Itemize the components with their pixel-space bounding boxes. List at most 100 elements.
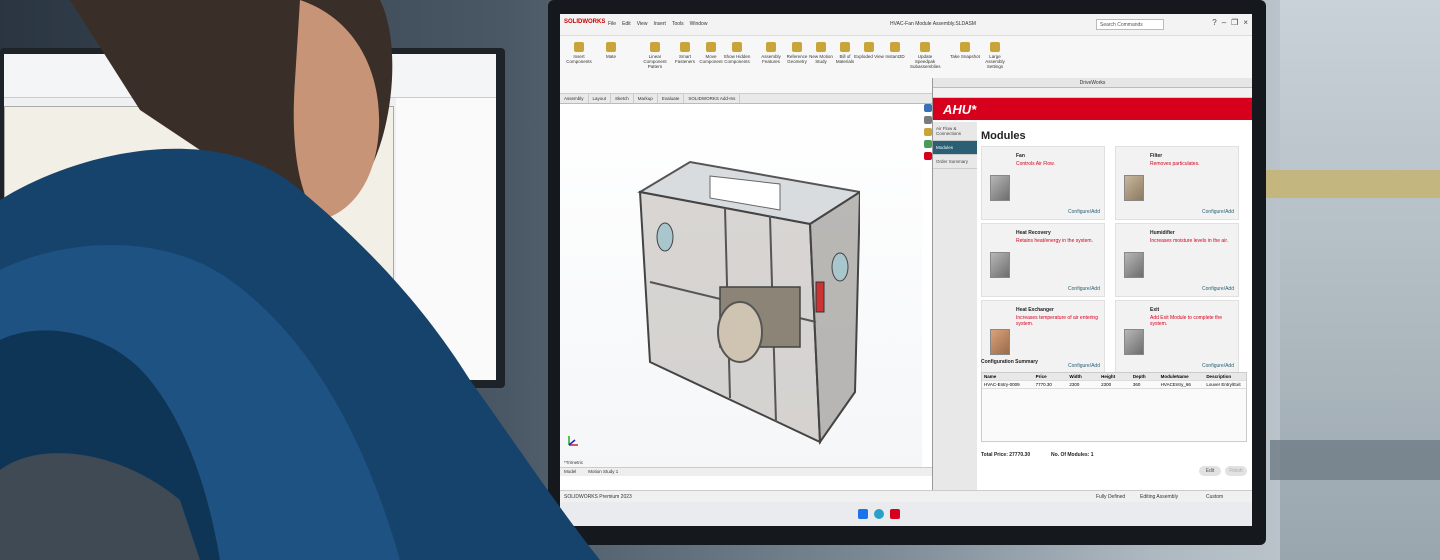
motion-study-icon (816, 42, 826, 52)
resources-icon[interactable] (924, 104, 932, 112)
bom-icon (840, 42, 850, 52)
card-title: Heat Exchanger (1016, 307, 1054, 313)
module-count: No. Of Modules: 1 (1051, 452, 1094, 458)
search-commands-input[interactable]: Search Commands (1096, 19, 1164, 30)
ahu-logo: AHU* (943, 102, 977, 117)
exploded-view-icon (864, 42, 874, 52)
ahu-3d-model (637, 160, 860, 445)
ribbon-instant3d[interactable]: Instant3D (880, 42, 910, 59)
configure-add-button[interactable]: Configure/Add (1068, 363, 1100, 369)
page-title: Modules (981, 130, 1026, 142)
totals: Total Price: 27770.30 No. Of Modules: 1 (981, 452, 1094, 458)
snapshot-icon (960, 42, 970, 52)
fastener-icon (680, 42, 690, 52)
help-icon[interactable]: ? (1212, 18, 1216, 27)
configure-add-button[interactable]: Configure/Add (1068, 286, 1100, 292)
total-price: Total Price: 27770.30 (981, 452, 1031, 458)
windows-taskbar (560, 502, 1252, 526)
ribbon-large-assembly[interactable]: Large Assembly Settings (980, 42, 1010, 69)
card-title: Heat Recovery (1016, 230, 1051, 236)
modules-page: Modules Fan Controls Air Flow. Configure… (977, 122, 1252, 498)
driveworks-pane: DriveWorks AHU* Air Flow & Connections M… (932, 78, 1252, 498)
nav-modules[interactable]: Modules (933, 141, 977, 155)
module-card-filter: Filter Removes particulates. Configure/A… (1115, 146, 1239, 220)
nav-air-flow[interactable]: Air Flow & Connections (933, 122, 977, 141)
ribbon-snapshot[interactable]: Take Snapshot (950, 42, 980, 59)
ahu-banner: AHU* (933, 98, 1252, 120)
ribbon-show-hidden[interactable]: Show Hidden Components (722, 42, 752, 64)
reference-geometry-icon (792, 42, 802, 52)
configuration-summary-table: Name Price Width Height Depth ModuleName… (981, 372, 1247, 442)
title-bar: SOLIDWORKS File Edit View Insert Tools W… (560, 14, 1252, 36)
instant3d-icon (890, 42, 900, 52)
ribbon-linear-pattern[interactable]: Linear Component Pattern (640, 42, 670, 69)
card-description: Add Exit Module to complete the system. (1150, 315, 1222, 327)
large-assembly-icon (990, 42, 1000, 52)
card-title: Exit (1150, 307, 1160, 313)
heat-exchanger-module-image (990, 329, 1010, 355)
browser-icon[interactable] (874, 509, 884, 519)
solidworks-taskbar-icon[interactable] (890, 509, 900, 519)
status-mode: Editing Assembly (1140, 494, 1179, 500)
filter-module-image (1124, 175, 1144, 201)
driveworks-toolbar (933, 88, 1252, 98)
ribbon-speedpak[interactable]: Update Speedpak Subassemblies (910, 42, 941, 69)
minimize-icon[interactable]: – (1222, 18, 1226, 27)
background-desk (1270, 440, 1440, 480)
heat-recovery-module-image (990, 252, 1010, 278)
driveworks-icon[interactable] (924, 152, 932, 160)
engineer-person (0, 0, 600, 560)
move-icon (706, 42, 716, 52)
status-bar: SOLIDWORKS Premium 2023 Fully Defined Ed… (560, 490, 1252, 502)
menu-tools[interactable]: Tools (672, 21, 684, 27)
file-explorer-icon[interactable] (924, 128, 932, 136)
card-description: Increases moisture levels in the air. (1150, 238, 1229, 244)
module-card-heat-recovery: Heat Recovery Retains heat/energy in the… (981, 223, 1105, 297)
exit-module-image (1124, 329, 1144, 355)
finish-button[interactable]: Finish (1225, 466, 1247, 476)
configure-add-button[interactable]: Configure/Add (1202, 209, 1234, 215)
restore-icon[interactable]: ❐ (1231, 18, 1238, 27)
tab-evaluate[interactable]: Evaluate (658, 94, 685, 103)
window-controls: ? – ❐ × (1212, 18, 1248, 27)
menu-window[interactable]: Window (690, 21, 708, 27)
show-hidden-icon (732, 42, 742, 52)
configure-add-button[interactable]: Configure/Add (1202, 286, 1234, 292)
card-title: Fan (1016, 153, 1025, 159)
status-state: Fully Defined (1096, 494, 1126, 500)
card-description: Controls Air Flow. (1016, 161, 1055, 167)
table-header: Name Price Width Height Depth ModuleName… (982, 373, 1246, 381)
configure-add-button[interactable]: Configure/Add (1202, 363, 1234, 369)
fan-module-image (990, 175, 1010, 201)
nav-order-summary[interactable]: Order Summary (933, 155, 977, 169)
module-card-humidifier: Humidifier Increases moisture levels in … (1115, 223, 1239, 297)
speedpak-icon (920, 42, 930, 52)
windows-start-icon[interactable] (858, 509, 868, 519)
status-units[interactable]: Custom (1206, 494, 1223, 500)
module-card-exit: Exit Add Exit Module to complete the sys… (1115, 300, 1239, 374)
driveworks-form: Air Flow & Connections Modules Order Sum… (933, 122, 1252, 498)
view-palette-icon[interactable] (924, 140, 932, 148)
form-navigation: Air Flow & Connections Modules Order Sum… (933, 122, 977, 498)
driveworks-header: DriveWorks (933, 78, 1252, 88)
card-description: Increases temperature of air entering sy… (1016, 315, 1098, 327)
main-monitor-screen: SOLIDWORKS File Edit View Insert Tools W… (560, 14, 1252, 526)
table-row[interactable]: HVAC-Entry-0009 7770.30 2300 2300 360 HV… (982, 381, 1246, 389)
card-title: Filter (1150, 153, 1163, 159)
edit-button[interactable]: Edit (1199, 466, 1221, 476)
close-icon[interactable]: × (1243, 18, 1248, 27)
configuration-summary-title: Configuration Summary (981, 359, 1038, 365)
module-card-fan: Fan Controls Air Flow. Configure/Add (981, 146, 1105, 220)
card-description: Removes particulates. (1150, 161, 1200, 167)
card-title: Humidifier (1150, 230, 1175, 236)
pattern-icon (650, 42, 660, 52)
menu-insert[interactable]: Insert (653, 21, 666, 27)
tab-addins[interactable]: SOLIDWORKS Add-Ins (684, 94, 741, 103)
design-library-icon[interactable] (924, 116, 932, 124)
card-description: Retains heat/energy in the system. (1016, 238, 1093, 244)
assembly-features-icon (766, 42, 776, 52)
humidifier-module-image (1124, 252, 1144, 278)
window-title: HVAC-Fan Module Assembly.SLDASM (890, 21, 976, 27)
background-shelf (1260, 170, 1440, 198)
configure-add-button[interactable]: Configure/Add (1068, 209, 1100, 215)
